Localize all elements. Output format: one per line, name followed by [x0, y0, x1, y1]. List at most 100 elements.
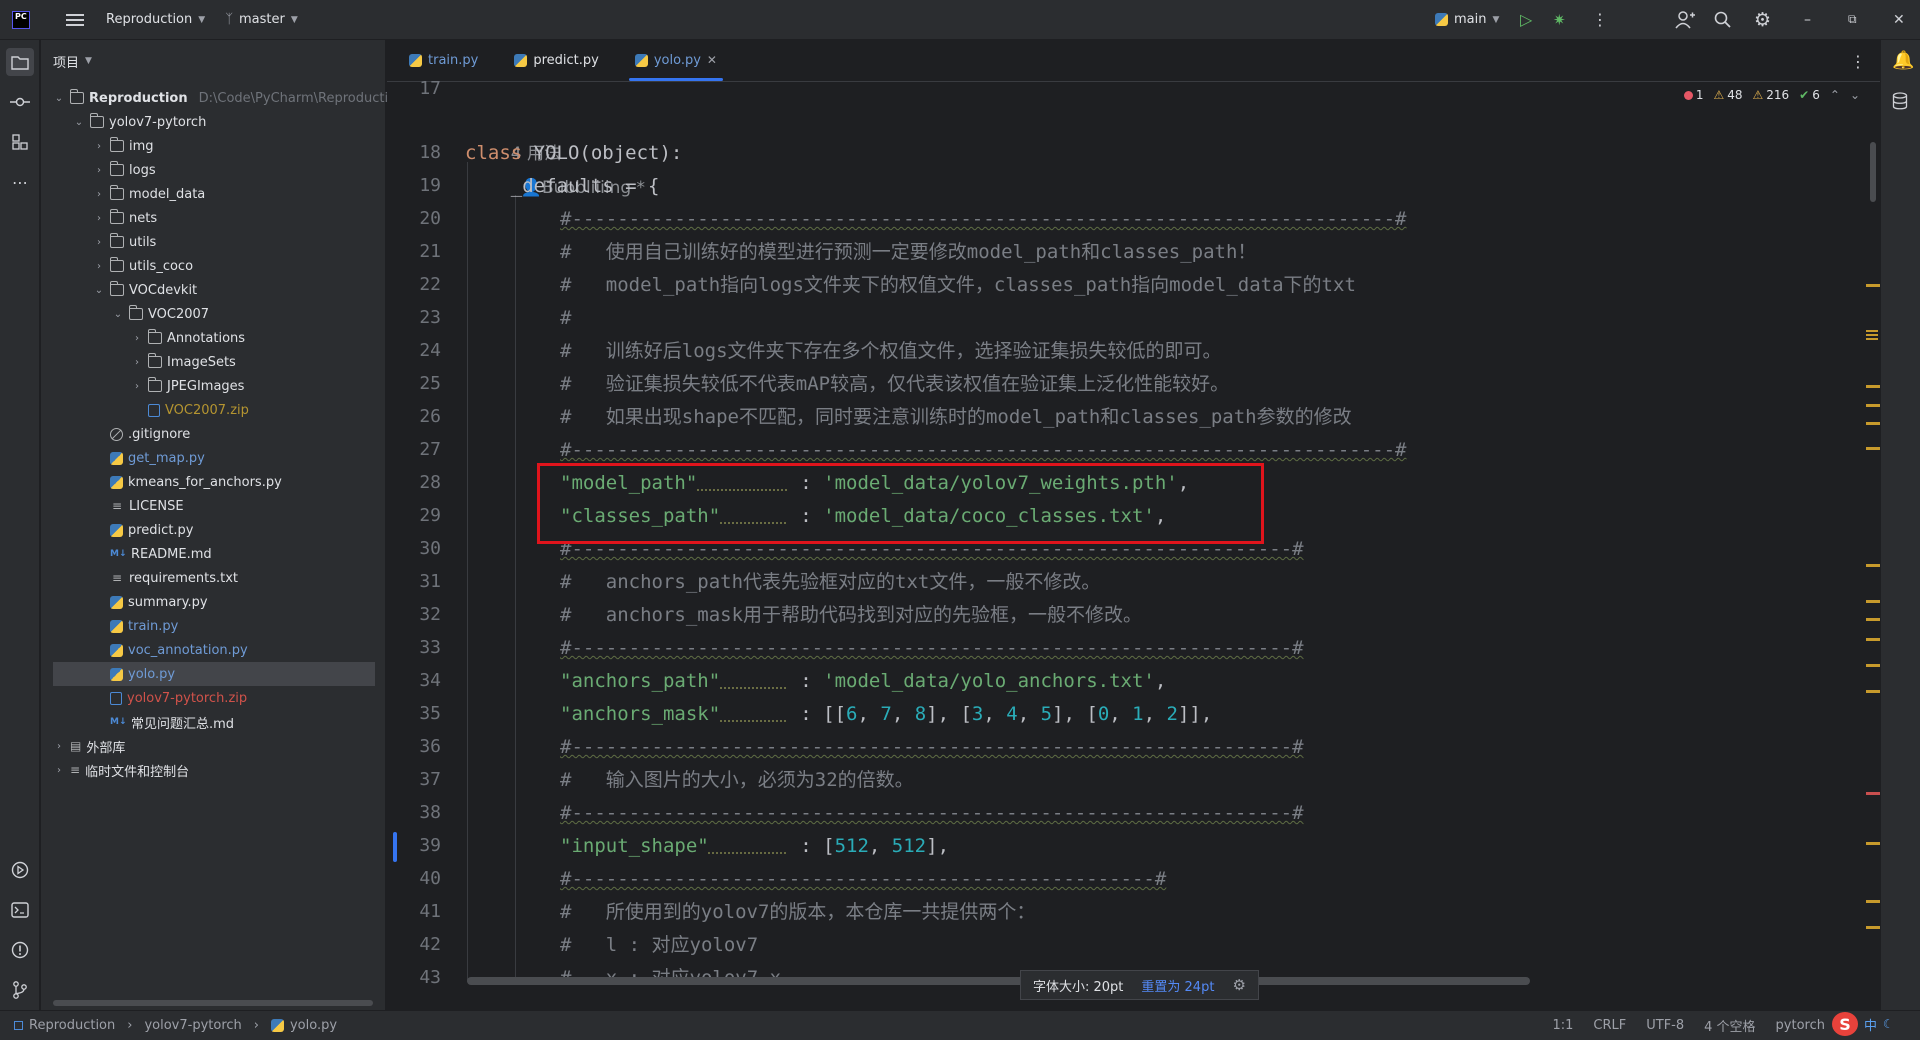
close-tab-icon[interactable]: ✕: [707, 53, 717, 67]
chevron-up-icon[interactable]: ⌃: [1830, 88, 1840, 102]
tree-folder-nets[interactable]: › nets: [93, 206, 157, 230]
commit-icon[interactable]: [6, 88, 34, 116]
gear-icon[interactable]: ⚙: [1754, 9, 1771, 31]
scroll-marker: [1866, 690, 1880, 693]
tree-file-yolo[interactable]: yolo.py: [53, 662, 375, 686]
reset-font-size-link[interactable]: 重置为 24pt: [1141, 976, 1214, 995]
tree-label: Annotations: [167, 330, 246, 346]
line-number: 31: [419, 571, 441, 592]
project-panel-header[interactable]: 项目 ▼: [41, 40, 385, 82]
scroll-marker: [1866, 600, 1880, 603]
folder-icon: [110, 209, 124, 224]
more-tools-icon[interactable]: ⋯: [6, 168, 34, 196]
main-menu-icon[interactable]: [66, 13, 84, 27]
close-icon[interactable]: ✕: [1893, 12, 1905, 28]
tree-file-voc2007-zip[interactable]: VOC2007.zip: [131, 398, 249, 422]
chevron-down-icon[interactable]: ⌄: [1850, 88, 1860, 102]
breadcrumb-item[interactable]: yolo.py: [290, 1018, 337, 1033]
code-token: # 训练好后logs文件夹下存在多个权值文件，选择验证集损失较低的即可。: [560, 340, 1222, 362]
database-icon[interactable]: [1892, 92, 1908, 114]
ime-indicator[interactable]: S 中 ☾: [1832, 1008, 1920, 1040]
tree-file-kmeans[interactable]: kmeans_for_anchors.py: [93, 470, 282, 494]
problems-icon[interactable]: [6, 936, 34, 964]
branch-switcher[interactable]: ᛉ master ▼: [225, 12, 298, 27]
code-token: class: [465, 142, 523, 164]
search-icon[interactable]: [1714, 11, 1732, 29]
run-panel-icon[interactable]: [6, 856, 34, 884]
tree-file-requirements[interactable]: ≡ requirements.txt: [93, 566, 238, 590]
tree-folder-vocdevkit[interactable]: ⌄ VOCdevkit: [93, 278, 197, 302]
structure-icon[interactable]: [6, 128, 34, 156]
tree-file-summary[interactable]: summary.py: [93, 590, 208, 614]
tree-folder-annotations[interactable]: › Annotations: [131, 326, 245, 350]
tree-file-voc-annotation[interactable]: voc_annotation.py: [93, 638, 248, 662]
tree-folder-imagesets[interactable]: › ImageSets: [131, 350, 236, 374]
tabs-more-icon[interactable]: ⋮: [1850, 52, 1866, 71]
tree-file-yolov7-zip[interactable]: yolov7-pytorch.zip: [93, 686, 247, 710]
python-file-icon: [634, 53, 648, 67]
tree-file-train[interactable]: train.py: [93, 614, 178, 638]
notifications-icon[interactable]: 🔔: [1892, 50, 1914, 71]
tree-file-readme[interactable]: M↓ README.md: [93, 542, 212, 566]
python-file-icon: [110, 643, 123, 657]
code-token: :: [788, 703, 824, 725]
breadcrumb-item[interactable]: yolov7-pytorch: [144, 1018, 241, 1033]
code-token: 7: [880, 703, 892, 725]
tree-file-license[interactable]: ≡ LICENSE: [93, 494, 184, 518]
caret-position[interactable]: 1:1: [1552, 1018, 1573, 1033]
tree-folder-yolov7-pytorch[interactable]: ⌄ yolov7-pytorch: [73, 110, 206, 134]
zip-file-icon: [110, 691, 122, 705]
restore-icon[interactable]: ⧉: [1848, 12, 1857, 27]
run-icon[interactable]: ▷: [1520, 10, 1532, 29]
project-switcher[interactable]: Reproduction ▼: [106, 12, 205, 27]
chevron-down-icon: ▼: [1492, 14, 1500, 25]
folder-icon: [148, 353, 162, 368]
vertical-scrollbar-thumb[interactable]: [1870, 142, 1876, 202]
horizontal-scrollbar[interactable]: [467, 977, 1530, 985]
tree-file-get-map[interactable]: get_map.py: [93, 446, 205, 470]
line-number: 42: [419, 934, 441, 955]
tree-file-predict[interactable]: predict.py: [93, 518, 194, 542]
tree-folder-model-data[interactable]: › model_data: [93, 182, 205, 206]
tree-folder-img[interactable]: › img: [93, 134, 154, 158]
tree-folder-jpegimages[interactable]: › JPEGImages: [131, 374, 244, 398]
project-folder-icon[interactable]: [6, 48, 34, 76]
code-token: # l : 对应yolov7: [560, 934, 759, 956]
python-interpreter[interactable]: pytorch: [1776, 1018, 1825, 1033]
usage-hint[interactable]: 4 用法 👤Bubbliiiing *: [465, 104, 645, 198]
tab-yolo[interactable]: yolo.py ✕: [621, 39, 731, 81]
tree-label: 外部库: [86, 740, 126, 756]
tree-label: utils_coco: [129, 258, 194, 274]
run-config-selector[interactable]: main ▼: [1435, 12, 1499, 27]
breadcrumb-item[interactable]: Reproduction: [29, 1018, 115, 1033]
tab-predict[interactable]: predict.py: [500, 39, 613, 81]
tree-folder-logs[interactable]: › logs: [93, 158, 156, 182]
terminal-icon[interactable]: [6, 896, 34, 924]
tree-label: VOCdevkit: [129, 282, 198, 298]
tab-train[interactable]: train.py: [395, 39, 492, 81]
gear-icon[interactable]: ⚙: [1232, 976, 1245, 994]
file-encoding[interactable]: UTF-8: [1646, 1018, 1684, 1033]
tree-folder-voc2007[interactable]: ⌄ VOC2007: [112, 302, 209, 326]
tree-root[interactable]: ⌄ Reproduction D:\Code\PyCharm\Reproduct…: [53, 86, 404, 110]
minimize-icon[interactable]: –: [1804, 12, 1811, 28]
tree-file-gitignore[interactable]: .gitignore: [93, 422, 190, 446]
debug-icon[interactable]: ✷: [1553, 11, 1566, 29]
more-actions-icon[interactable]: ⋮: [1592, 10, 1608, 29]
code-token: :: [788, 835, 824, 857]
line-separator[interactable]: CRLF: [1593, 1018, 1626, 1033]
add-user-icon[interactable]: [1675, 10, 1695, 29]
tree-file-faq[interactable]: M↓ 常见问题汇总.md: [93, 710, 234, 734]
project-panel-hscroll[interactable]: [53, 1000, 373, 1006]
indent-setting[interactable]: 4 个空格: [1704, 1016, 1755, 1035]
code-token: ,: [857, 703, 881, 725]
git-icon[interactable]: [6, 976, 34, 1004]
tree-scratches[interactable]: › ≡ 临时文件和控制台: [53, 758, 189, 782]
tree-folder-utils-coco[interactable]: › utils_coco: [93, 254, 193, 278]
highlight-annotation-box: [537, 463, 1264, 544]
tree-folder-utils[interactable]: › utils: [93, 230, 156, 254]
inspection-widget[interactable]: 1 ⚠ 48 ⚠ 216 ✔ 6 ⌃ ⌄: [1683, 88, 1860, 102]
tree-external-libraries[interactable]: › ▤ 外部库: [53, 734, 125, 758]
line-number: 40: [419, 868, 441, 889]
code-line: # 验证集损失较低不代表mAP较高，仅代表该权值在验证集上泛化性能较好。: [560, 368, 1229, 401]
